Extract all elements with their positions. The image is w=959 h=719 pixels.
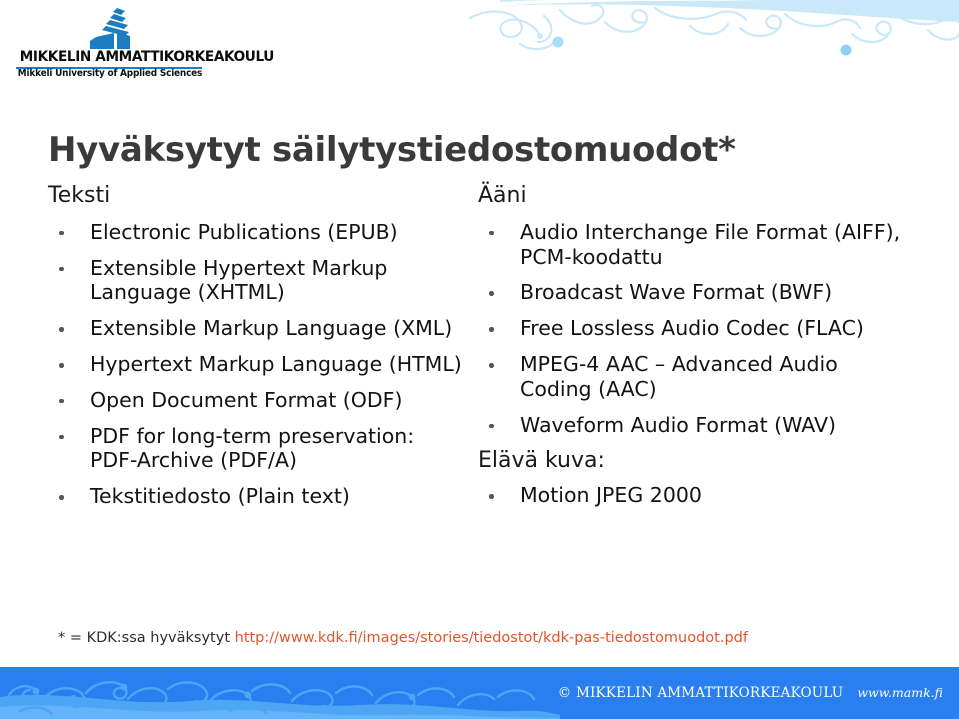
footnote: * = KDK:ssa hyväksytyt http://www.kdk.fi… <box>58 630 748 646</box>
right-column-sublist: Motion JPEG 2000 <box>478 483 908 508</box>
list-item: Tekstitiedosto (Plain text) <box>48 484 468 509</box>
list-item: Motion JPEG 2000 <box>478 483 908 508</box>
left-column-heading: Teksti <box>48 183 111 208</box>
right-column-subheading: Elävä kuva: <box>478 448 605 474</box>
right-column-list: Audio Interchange File Format (AIFF), PC… <box>478 220 908 438</box>
footer-bar: © MIKKELIN AMMATTIKORKEAKOULU www.mamk.f… <box>0 667 959 719</box>
page-title: Hyväksytyt säilytystiedostomuodot* <box>48 129 736 170</box>
list-item: MPEG-4 AAC – Advanced Audio Coding (AAC) <box>478 352 908 402</box>
list-item: Audio Interchange File Format (AIFF), PC… <box>478 220 908 270</box>
list-item: Hypertext Markup Language (HTML) <box>48 352 468 377</box>
left-column: Teksti Electronic Publications (EPUB) Ex… <box>48 183 468 520</box>
right-column-heading: Ääni <box>478 183 527 208</box>
footer-credit: © MIKKELIN AMMATTIKORKEAKOULU www.mamk.f… <box>558 685 943 701</box>
left-column-list: Electronic Publications (EPUB) Extensibl… <box>48 220 468 509</box>
list-item: Electronic Publications (EPUB) <box>48 220 468 245</box>
list-item: Extensible Markup Language (XML) <box>48 316 468 341</box>
logo-wordmark: MIKKELIN AMMATTIKORKEAKOULU <box>19 49 275 65</box>
slide: MIKKELIN AMMATTIKORKEAKOULU Mikkeli Univ… <box>0 0 959 719</box>
mamk-logo: MIKKELIN AMMATTIKORKEAKOULU Mikkeli Univ… <box>14 8 275 80</box>
list-item: Open Document Format (ODF) <box>48 388 468 413</box>
list-item: Waveform Audio Format (WAV) <box>478 413 908 438</box>
list-item: Extensible Hypertext Markup Language (XH… <box>48 256 468 306</box>
list-item: Broadcast Wave Format (BWF) <box>478 280 908 305</box>
list-item: Free Lossless Audio Codec (FLAC) <box>478 316 908 341</box>
footer-spacer <box>0 659 959 667</box>
footer-wave-decoration <box>0 667 560 719</box>
footer-website: www.mamk.fi <box>857 685 943 700</box>
footer-copyright: © MIKKELIN AMMATTIKORKEAKOULU <box>557 685 844 701</box>
top-decorative-filigree <box>440 0 959 62</box>
footnote-prefix: * = KDK:ssa hyväksytyt <box>58 630 235 646</box>
list-item: PDF for long-term preservation: PDF-Arch… <box>48 424 468 474</box>
footnote-link[interactable]: http://www.kdk.fi/images/stories/tiedost… <box>235 630 748 646</box>
mamk-flag-wave-logo-icon <box>84 8 142 50</box>
right-column: Ääni Audio Interchange File Format (AIFF… <box>478 183 908 519</box>
logo-subtitle: Mikkeli University of Applied Sciences <box>17 68 203 79</box>
